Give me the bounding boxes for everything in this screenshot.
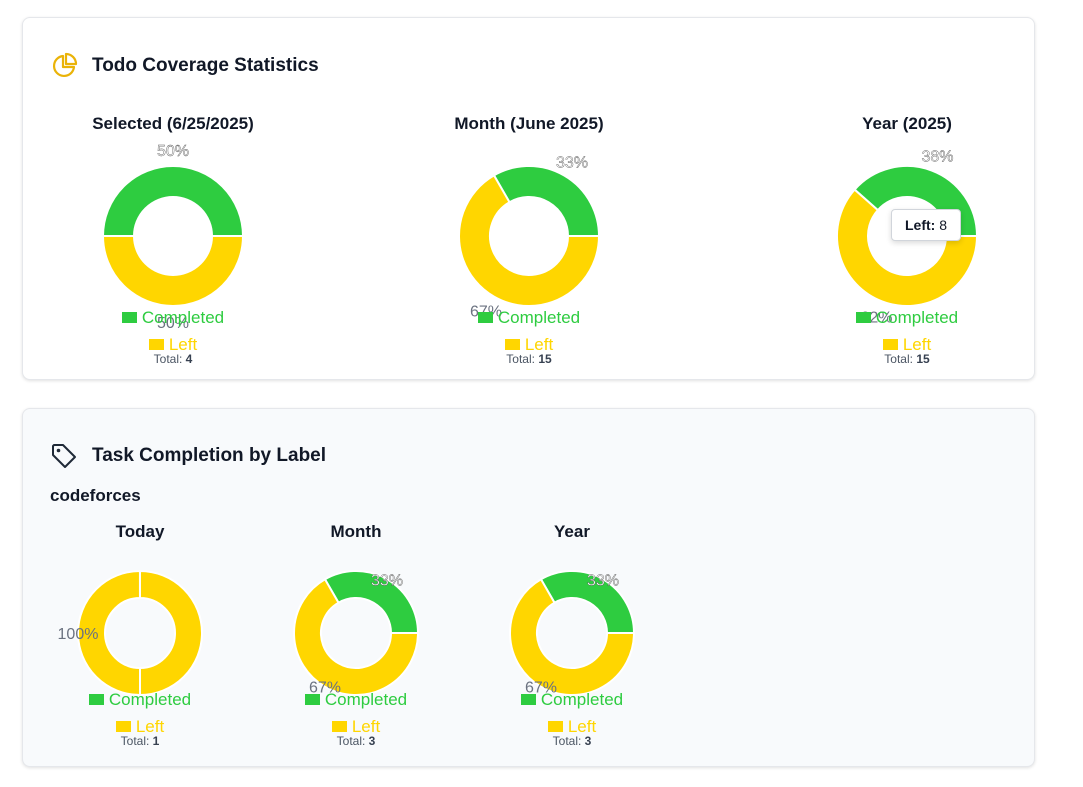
pie-chart-icon [52,52,78,78]
chart-total: Total: 4 [53,352,293,366]
legend-swatch-left [882,339,898,350]
left-slice[interactable] [101,235,245,307]
legend-swatch-left [504,339,520,350]
total-label: Total: [336,734,366,748]
chart-total: Total: 3 [452,734,692,748]
coverage-title: Todo Coverage Statistics [92,55,319,76]
legend-label-completed: Completed [497,307,581,327]
chart-total: Total: 3 [236,734,476,748]
legend-item-completed[interactable]: Completed [409,304,649,331]
legend-swatch-left [547,721,563,732]
chart-total: Total: 1 [20,734,260,748]
label-chart-month[interactable]: Month 33% 67% Completed Left Total: 3 [236,522,476,762]
legend-item-completed[interactable]: Completed [236,686,476,713]
total-value: 3 [584,734,592,748]
chart-legend: Completed Left Total: 15 [787,304,1027,366]
legend-item-completed[interactable]: Completed [53,304,293,331]
label-chart-year[interactable]: Year 33% 67% Completed Left Total: 3 [452,522,692,762]
total-label: Total: [506,352,535,366]
label-group-name: codeforces [50,486,141,505]
coverage-card: Todo Coverage Statistics Selected (6/25/… [22,17,1035,380]
total-label: Total: [552,734,582,748]
legend-item-completed[interactable]: Completed [787,304,1027,331]
total-label: Total: [120,734,150,748]
tag-icon [52,444,76,468]
coverage-chart-month[interactable]: Month (June 2025) 33%67%CompletedLeftTot… [409,114,649,366]
slice-percent-label: 50% [157,143,189,160]
label-title: Task Completion by Label [92,445,327,466]
legend-label-completed: Completed [108,689,192,709]
chart-total: Total: 15 [787,352,1027,366]
legend-swatch-completed [477,312,493,323]
label-card: Task Completion by Label codeforces Toda… [22,408,1035,767]
tooltip-key: Left: [905,217,936,233]
legend-swatch-left [115,721,131,732]
legend-swatch-left [331,721,347,732]
legend-swatch-completed [520,694,536,705]
total-value: 15 [538,352,552,366]
total-value: 1 [152,734,160,748]
legend-item-completed[interactable]: Completed [20,686,260,713]
slice-percent-label: 33% [556,155,588,172]
total-value: 4 [185,352,193,366]
total-value: 15 [916,352,930,366]
legend-label-completed: Completed [141,307,225,327]
coverage-header: Todo Coverage Statistics [50,52,319,80]
slice-percent-label: 33% [587,572,619,589]
chart-legend: Completed Left Total: 1 [20,686,260,748]
chart-legend: Completed Left Total: 4 [53,304,293,366]
chart-total: Total: 15 [409,352,649,366]
slice-percent-label: 33% [371,572,403,589]
chart-legend: Completed Left Total: 3 [236,686,476,748]
legend-swatch-completed [88,694,104,705]
completed-slice[interactable] [101,165,245,237]
legend-swatch-completed [304,694,320,705]
total-value: 3 [368,734,376,748]
total-label: Total: [884,352,913,366]
legend-label-completed: Completed [324,689,408,709]
label-chart-today[interactable]: Today 100% Completed Left Total: 1 [20,522,260,762]
legend-swatch-completed [855,312,871,323]
legend-item-completed[interactable]: Completed [452,686,692,713]
tooltip-value: 8 [939,217,948,233]
chart-legend: Completed Left Total: 15 [409,304,649,366]
chart-legend: Completed Left Total: 3 [452,686,692,748]
total-label: Total: [153,352,183,366]
legend-swatch-completed [121,312,137,323]
coverage-chart-selected[interactable]: Selected (6/25/2025) 50% 50% Completed Left… [53,114,293,366]
legend-swatch-left [148,339,164,350]
coverage-chart-year[interactable]: Year (2025) 38% 62% Completed Left Total: 15… [787,114,1027,366]
chart-tooltip: Left: 8 [891,209,962,241]
slice-percent-label: 100% [58,626,99,643]
legend-label-completed: Completed [540,689,624,709]
label-header: Task Completion by Label [50,442,326,470]
legend-label-completed: Completed [875,307,959,327]
slice-percent-label: 38% [921,149,953,166]
